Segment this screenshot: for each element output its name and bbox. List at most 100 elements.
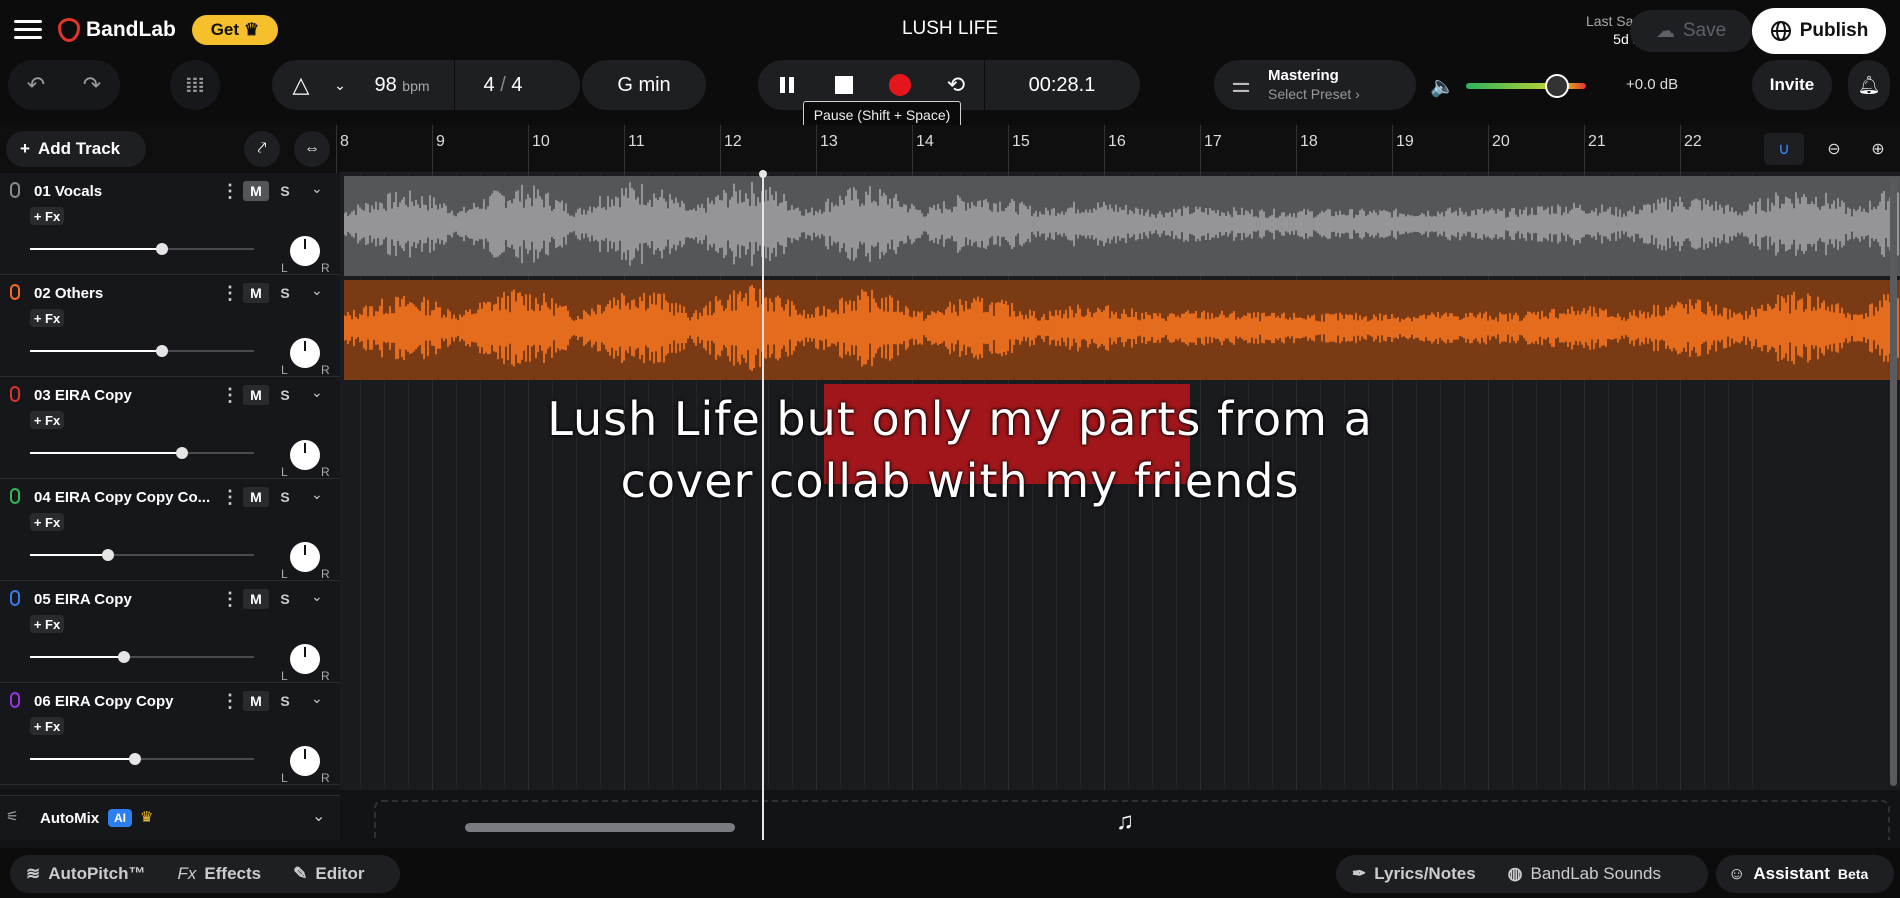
clip-others[interactable] xyxy=(343,280,1900,380)
track-volume-slider[interactable] xyxy=(30,447,254,459)
undo-icon[interactable]: ↶ xyxy=(8,72,64,98)
keyboard-button[interactable]: 𝍖 xyxy=(170,60,220,110)
add-track-button[interactable]: + Add Track xyxy=(6,131,146,167)
effects-button[interactable]: Fx Effects xyxy=(162,864,278,884)
menu-icon[interactable] xyxy=(14,20,42,40)
track-volume-slider[interactable] xyxy=(30,243,254,255)
more-options-icon[interactable]: ⋮ xyxy=(221,385,239,406)
invite-button[interactable]: Invite xyxy=(1752,60,1832,110)
more-options-icon[interactable]: ⋮ xyxy=(221,487,239,508)
track-name[interactable]: 01 Vocals xyxy=(34,183,214,200)
pause-button[interactable] xyxy=(758,76,816,94)
solo-button[interactable]: S xyxy=(272,589,298,609)
record-button[interactable] xyxy=(872,74,928,96)
publish-button[interactable]: Publish xyxy=(1752,8,1886,54)
collapse-tracks-button[interactable]: ⇔ xyxy=(294,131,330,167)
track-name[interactable]: 03 EIRA Copy xyxy=(34,387,214,404)
track-row[interactable]: 04 EIRA Copy Copy Co... + Fx ⋮ M S ⌄ L R xyxy=(0,479,340,581)
bpm-field[interactable]: 98 bpm xyxy=(350,74,454,97)
track-volume-thumb[interactable] xyxy=(129,753,142,765)
track-name[interactable]: 04 EIRA Copy Copy Co... xyxy=(34,489,214,506)
drop-zone[interactable]: ♫ xyxy=(374,800,1890,840)
add-fx-button[interactable]: + Fx xyxy=(30,513,64,531)
loop-button[interactable]: ⟲ xyxy=(928,72,984,98)
save-button[interactable]: ☁ Save xyxy=(1630,10,1752,52)
stop-button[interactable] xyxy=(816,76,872,94)
solo-button[interactable]: S xyxy=(272,283,298,303)
mute-button[interactable]: M xyxy=(243,691,269,711)
more-options-icon[interactable]: ⋮ xyxy=(221,589,239,610)
redo-icon[interactable]: ↷ xyxy=(64,72,120,98)
pan-knob[interactable] xyxy=(290,236,320,266)
track-row[interactable]: 02 Others + Fx ⋮ M S ⌄ L R xyxy=(0,275,340,377)
playhead[interactable] xyxy=(759,170,767,840)
track-volume-thumb[interactable] xyxy=(156,243,169,255)
mute-button[interactable]: M xyxy=(243,589,269,609)
chevron-down-icon[interactable]: ⌄ xyxy=(311,180,323,197)
master-volume-thumb[interactable] xyxy=(1545,74,1570,98)
track-volume-thumb[interactable] xyxy=(102,549,115,561)
pan-knob[interactable] xyxy=(290,644,320,674)
track-row[interactable]: 06 EIRA Copy Copy + Fx ⋮ M S ⌄ L R xyxy=(0,683,340,785)
chevron-down-icon[interactable]: ⌄ xyxy=(311,588,323,605)
track-name[interactable]: 05 EIRA Copy xyxy=(34,591,214,608)
automation-button[interactable]: ⤤ xyxy=(244,131,280,167)
track-row[interactable]: 03 EIRA Copy + Fx ⋮ M S ⌄ L R xyxy=(0,377,340,479)
horizontal-scrollbar[interactable] xyxy=(465,823,735,832)
snap-magnet-button[interactable]: ∪ xyxy=(1764,133,1804,165)
chevron-down-icon[interactable]: ⌄ xyxy=(311,486,323,503)
chevron-down-icon[interactable]: ⌄ xyxy=(312,806,325,826)
track-name[interactable]: 02 Others xyxy=(34,285,214,302)
editor-button[interactable]: ✎ Editor xyxy=(277,864,380,884)
mute-button[interactable]: M xyxy=(243,487,269,507)
pan-knob[interactable] xyxy=(290,542,320,572)
more-options-icon[interactable]: ⋮ xyxy=(221,283,239,304)
track-row[interactable]: 01 Vocals + Fx ⋮ M S ⌄ L R xyxy=(0,173,340,275)
notifications-button[interactable]: 🔔︎ xyxy=(1848,60,1890,110)
time-signature[interactable]: 4 / 4 xyxy=(455,74,551,97)
solo-button[interactable]: S xyxy=(272,487,298,507)
clip-vocals[interactable] xyxy=(343,176,1900,276)
add-fx-button[interactable]: + Fx xyxy=(30,411,64,429)
metronome-icon[interactable]: △ xyxy=(272,72,330,98)
add-fx-button[interactable]: + Fx xyxy=(30,207,64,225)
chevron-down-icon[interactable]: ⌄ xyxy=(311,690,323,707)
key-selector[interactable]: G min xyxy=(582,60,706,110)
pan-knob[interactable] xyxy=(290,746,320,776)
more-options-icon[interactable]: ⋮ xyxy=(221,691,239,712)
track-volume-thumb[interactable] xyxy=(176,447,189,459)
solo-button[interactable]: S xyxy=(272,181,298,201)
track-volume-slider[interactable] xyxy=(30,549,254,561)
get-membership-button[interactable]: Get ♛ xyxy=(192,15,278,45)
speaker-icon[interactable]: 🔈 xyxy=(1430,74,1455,99)
zoom-in-button[interactable]: ⊕ xyxy=(1860,133,1896,165)
zoom-out-button[interactable]: ⊖ xyxy=(1816,133,1852,165)
pan-knob[interactable] xyxy=(290,338,320,368)
automix-row[interactable]: ⚟ AutoMix AI ♛ ⌄ xyxy=(0,795,340,840)
track-name[interactable]: 06 EIRA Copy Copy xyxy=(34,693,214,710)
add-fx-button[interactable]: + Fx xyxy=(30,615,64,633)
mastering-button[interactable]: ⚌ Mastering Select Preset › xyxy=(1214,60,1416,110)
solo-button[interactable]: S xyxy=(272,385,298,405)
track-volume-slider[interactable] xyxy=(30,753,254,765)
solo-button[interactable]: S xyxy=(272,691,298,711)
master-volume-slider[interactable] xyxy=(1466,74,1586,98)
bandlab-logo[interactable]: BandLab xyxy=(58,18,176,42)
track-volume-thumb[interactable] xyxy=(156,345,169,357)
mute-button[interactable]: M xyxy=(243,385,269,405)
chevron-down-icon[interactable]: ⌄ xyxy=(330,77,350,94)
mute-button[interactable]: M xyxy=(243,283,269,303)
pan-knob[interactable] xyxy=(290,440,320,470)
bandlab-sounds-button[interactable]: ◍ BandLab Sounds xyxy=(1492,864,1677,884)
mute-button[interactable]: M xyxy=(243,181,269,201)
track-volume-slider[interactable] xyxy=(30,345,254,357)
lyrics-notes-button[interactable]: ✒ Lyrics/Notes xyxy=(1336,864,1492,884)
track-volume-thumb[interactable] xyxy=(118,651,131,663)
more-options-icon[interactable]: ⋮ xyxy=(221,181,239,202)
timeline-ruler[interactable]: 8 9 10 11 12 13 14 15 16 17 18 19 20 21 22 ∪ ⊖ ⊕ xyxy=(336,125,1900,173)
autopitch-button[interactable]: ≋ AutoPitch™ xyxy=(10,864,162,884)
add-fx-button[interactable]: + Fx xyxy=(30,717,64,735)
track-row[interactable]: 05 EIRA Copy + Fx ⋮ M S ⌄ L R xyxy=(0,581,340,683)
chevron-down-icon[interactable]: ⌄ xyxy=(311,282,323,299)
track-volume-slider[interactable] xyxy=(30,651,254,663)
